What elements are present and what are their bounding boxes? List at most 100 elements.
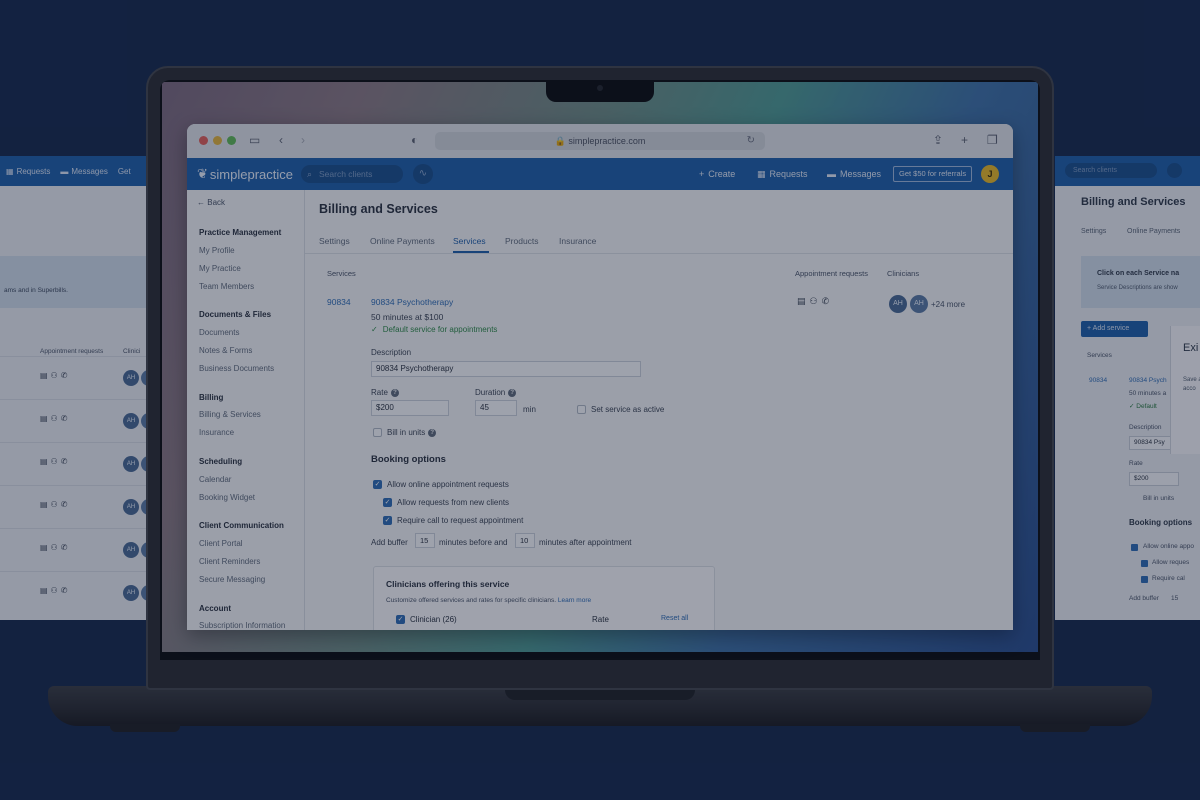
sidebar-item-team-members[interactable]: Team Members <box>199 282 254 291</box>
bg-right-name: 90834 Psych <box>1129 377 1167 384</box>
sidebar-section-title: Billing <box>199 393 224 402</box>
buffer-after-field[interactable]: 10 <box>515 533 535 548</box>
url-text: simplepractice.com <box>568 136 646 146</box>
sidebar-item-my-profile[interactable]: My Profile <box>199 246 235 255</box>
page-title: Billing and Services <box>319 202 438 216</box>
avatar: AH <box>123 413 139 429</box>
shield-icon[interactable]: ◐ <box>411 133 418 147</box>
card-title: Clinicians offering this service <box>386 579 510 589</box>
sidebar-item-business-documents[interactable]: Business Documents <box>199 364 274 373</box>
bg-left-col-appt: Appointment requests <box>40 348 104 355</box>
requests-button[interactable]: ▦ Requests <box>757 158 808 190</box>
bg-right-services-col: Services <box>1087 352 1112 359</box>
sidebar-toggle-icon[interactable]: ▭ <box>249 133 260 147</box>
bg-left-col-clin: Clinici <box>123 348 141 355</box>
activity-icon[interactable]: ∿ <box>413 164 433 184</box>
table-row: ▤⚇✆ AH <box>0 528 148 571</box>
background-window-left: ▦ Requests ▬ Messages Get ams and in Sup… <box>0 156 148 620</box>
description-field[interactable]: 90834 Psychotherapy <box>371 361 641 377</box>
close-window-icon[interactable] <box>199 136 208 145</box>
bg-left-get: Get <box>117 166 131 176</box>
sidebar-item-client-portal[interactable]: Client Portal <box>199 539 243 548</box>
avatar: AH <box>123 499 139 515</box>
rate-label-text: Rate <box>371 388 388 397</box>
appt-icons: ▤⚇✆ <box>40 586 71 595</box>
appt-icons: ▤⚇✆ <box>40 371 71 380</box>
reload-icon[interactable]: ↻ <box>747 132 755 150</box>
address-bar[interactable]: 🔒 simplepractice.com ↻ <box>435 132 765 150</box>
tabs-overview-icon[interactable]: ❐ <box>987 133 998 147</box>
brand-logo[interactable]: ❦ simplepractice <box>197 166 293 182</box>
rate-field[interactable]: $200 <box>371 400 449 416</box>
logo-mark-icon: ❦ <box>197 166 208 181</box>
forward-arrow-icon[interactable]: › <box>301 133 305 147</box>
minimize-window-icon[interactable] <box>213 136 222 145</box>
more-clinicians[interactable]: +24 more <box>931 300 965 309</box>
sidebar-section-title: Documents & Files <box>199 310 272 319</box>
search-input[interactable]: ⌕ Search clients <box>301 165 403 183</box>
new-tab-icon[interactable]: + <box>961 133 968 147</box>
bg-right-require: Require cal <box>1152 575 1185 582</box>
service-code-link[interactable]: 90834 <box>327 297 351 307</box>
sidebar-item-documents[interactable]: Documents <box>199 328 239 337</box>
share-icon[interactable]: ⇪ <box>933 133 943 147</box>
settings-sidebar: ← Back Practice Management My Profile My… <box>187 190 305 630</box>
maximize-window-icon[interactable] <box>227 136 236 145</box>
user-avatar[interactable]: J <box>981 165 999 183</box>
buffer-before-field[interactable]: 15 <box>415 533 435 548</box>
sidebar-item-billing-services[interactable]: Billing & Services <box>199 410 261 419</box>
help-icon[interactable]: ? <box>508 388 517 397</box>
tab-services[interactable]: Services <box>453 236 486 246</box>
learn-more-link[interactable]: Learn more <box>558 597 591 604</box>
tab-online-payments[interactable]: Online Payments <box>370 236 435 246</box>
duration-field[interactable]: 45 <box>475 400 517 416</box>
sidebar-item-my-practice[interactable]: My Practice <box>199 264 241 273</box>
sidebar-item-booking-widget[interactable]: Booking Widget <box>199 493 255 502</box>
back-link[interactable]: ← Back <box>197 198 225 207</box>
bg-right-topbar: Search clients <box>1055 156 1200 186</box>
bg-right-code: 90834 <box>1089 377 1108 384</box>
messages-button[interactable]: ▬ Messages <box>827 158 881 190</box>
tab-products[interactable]: Products <box>505 236 539 246</box>
calendar-icon: ▦ <box>757 169 766 179</box>
bg-right-modal-text: Save appo acco <box>1183 377 1200 392</box>
back-label: Back <box>207 198 226 207</box>
app-content: ← Back Practice Management My Profile My… <box>187 190 1013 630</box>
sidebar-item-secure-messaging[interactable]: Secure Messaging <box>199 575 265 584</box>
bg-right-summary: 50 minutes a <box>1129 390 1167 397</box>
clinician-select-all-checkbox[interactable]: ✓ <box>396 615 405 624</box>
back-arrow-icon[interactable]: ‹ <box>279 133 283 147</box>
bg-right-check <box>1141 576 1148 583</box>
bg-right-note-title: Click on each Service na <box>1097 270 1180 277</box>
create-button[interactable]: + Create <box>699 158 735 190</box>
appt-icons: ▤⚇✆ <box>40 500 71 509</box>
browser-chrome: ▭ ‹ › ◐ 🔒 simplepractice.com ↻ ⇪ + ❐ <box>187 124 1013 158</box>
service-name-link[interactable]: 90834 Psychotherapy <box>371 297 453 307</box>
allow-new-clients-checkbox[interactable]: ✓ <box>383 498 392 507</box>
referral-button[interactable]: Get $50 for referrals <box>893 166 973 182</box>
sidebar-item-calendar[interactable]: Calendar <box>199 475 231 484</box>
reset-all-link[interactable]: Reset all <box>661 615 688 622</box>
table-row: ▤⚇✆ AH <box>0 399 148 442</box>
set-active-checkbox[interactable] <box>577 405 586 414</box>
sidebar-item-client-reminders[interactable]: Client Reminders <box>199 557 260 566</box>
tab-settings[interactable]: Settings <box>319 236 350 246</box>
appointment-request-icons: ▤⚇✆ <box>797 296 833 307</box>
help-icon[interactable]: ? <box>390 388 399 397</box>
requests-label: Requests <box>769 169 808 179</box>
tab-divider <box>305 253 1013 254</box>
bill-in-units-checkbox[interactable] <box>373 428 382 437</box>
sidebar-item-subscription[interactable]: Subscription Information <box>199 621 285 630</box>
sidebar-item-notes-forms[interactable]: Notes & Forms <box>199 346 252 355</box>
sidebar-item-insurance[interactable]: Insurance <box>199 428 234 437</box>
create-label: Create <box>708 169 736 179</box>
column-header-clinicians: Clinicians <box>887 269 920 278</box>
require-call-checkbox[interactable]: ✓ <box>383 516 392 525</box>
bg-right-check <box>1141 560 1148 567</box>
require-call-label: Require call to request appointment <box>397 516 524 525</box>
help-icon[interactable]: ? <box>428 428 437 437</box>
table-row: ▤⚇✆ AH <box>0 485 148 528</box>
card-description-text: Customize offered services and rates for… <box>386 597 557 604</box>
tab-insurance[interactable]: Insurance <box>559 236 596 246</box>
allow-online-checkbox[interactable]: ✓ <box>373 480 382 489</box>
